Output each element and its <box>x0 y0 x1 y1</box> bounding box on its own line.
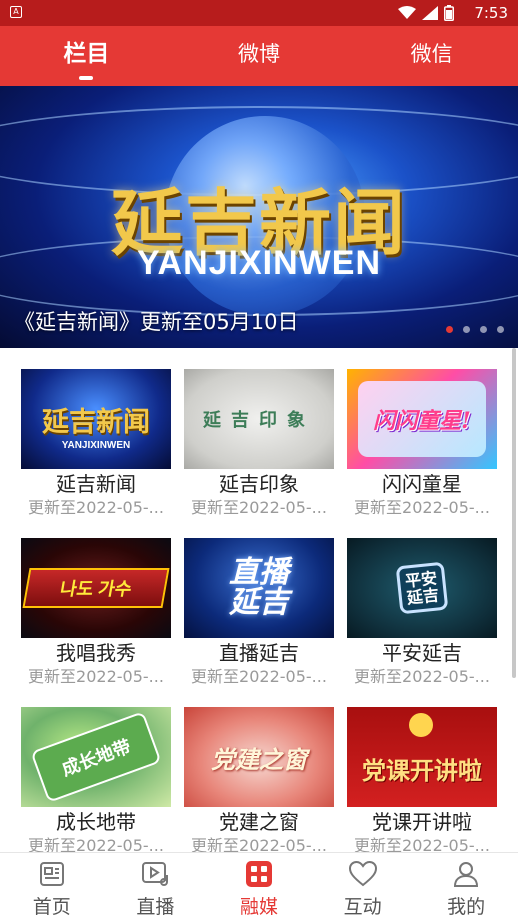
carousel-dot[interactable] <box>497 326 504 333</box>
user-icon <box>449 857 483 891</box>
nav-label: 首页 <box>32 896 71 918</box>
program-thumbnail: 直播延吉 <box>184 538 334 638</box>
thumbnail-text: 延吉印象 <box>203 410 315 431</box>
thumbnail-text: 党建之窗 <box>211 744 307 774</box>
thumbnail-text: 나도 가수 <box>58 579 134 599</box>
thumbnail-text: 直播延吉 <box>229 555 289 620</box>
thumbnail-frame: 闪闪童星! <box>358 381 486 457</box>
nav-label: 直播 <box>136 896 175 918</box>
thumbnail-text: 延吉新闻 <box>42 406 150 438</box>
heart-icon <box>346 857 380 891</box>
program-title: 我唱我秀 <box>56 641 136 665</box>
thumbnail-frame: 나도 가수 <box>22 568 170 608</box>
status-bar: A 7:53 <box>0 0 518 26</box>
thumbnail-text: 闪闪童星! <box>373 408 471 434</box>
thumbnail-text: 成长地带 <box>59 736 134 781</box>
tab-label: 微博 <box>238 42 280 66</box>
program-thumbnail: 延吉印象 <box>184 369 334 469</box>
program-card[interactable]: 成长地带 成长地带 更新至2022-05-... <box>21 707 171 852</box>
program-update-date: 更新至2022-05-... <box>354 667 490 686</box>
program-thumbnail: 나도 가수 <box>21 538 171 638</box>
program-list[interactable]: 延吉新闻 YANJIXINWEN 延吉新闻 更新至2022-05-... 延吉印… <box>0 348 518 852</box>
nav-label: 互动 <box>343 896 382 918</box>
news-icon <box>35 857 69 891</box>
carousel-dot[interactable] <box>463 326 470 333</box>
media-icon <box>242 857 276 891</box>
program-card[interactable]: 나도 가수 我唱我秀 更新至2022-05-... <box>21 538 171 707</box>
program-title: 延吉印象 <box>219 472 299 496</box>
tab-weibo[interactable]: 微博 <box>173 26 346 86</box>
program-grid: 延吉新闻 YANJIXINWEN 延吉新闻 更新至2022-05-... 延吉印… <box>21 369 497 852</box>
program-update-date: 更新至2022-05-... <box>354 498 490 517</box>
program-update-date: 更新至2022-05-... <box>28 836 164 852</box>
thumbnail-frame: 平安延吉 <box>395 561 449 615</box>
program-thumbnail: 成长地带 <box>21 707 171 807</box>
signal-icon <box>422 6 438 20</box>
program-title: 延吉新闻 <box>56 472 136 496</box>
program-thumbnail: 党课开讲啦 <box>347 707 497 807</box>
top-tab-bar: 栏目 微博 微信 <box>0 26 518 86</box>
program-update-date: 更新至2022-05-... <box>28 667 164 686</box>
nav-live[interactable]: 直播 <box>104 853 208 920</box>
program-update-date: 更新至2022-05-... <box>191 667 327 686</box>
thumbnail-text: 平安延吉 <box>404 568 440 608</box>
nav-mine[interactable]: 我的 <box>414 853 518 920</box>
program-update-date: 更新至2022-05-... <box>28 498 164 517</box>
nav-label: 融媒 <box>239 896 278 918</box>
nav-media[interactable]: 融媒 <box>207 853 311 920</box>
tab-label: 栏目 <box>63 41 110 67</box>
battery-icon <box>444 5 454 21</box>
program-thumbnail: 平安延吉 <box>347 538 497 638</box>
program-card[interactable]: 平安延吉 平安延吉 更新至2022-05-... <box>347 538 497 707</box>
tab-active-indicator <box>79 76 94 80</box>
program-card[interactable]: 闪闪童星! 闪闪童星 更新至2022-05-... <box>347 369 497 538</box>
bottom-nav: 首页 直播 融媒 互动 我的 <box>0 852 518 920</box>
thumbnail-text: 党课开讲啦 <box>362 755 482 785</box>
app-notification-icon: A <box>10 6 22 18</box>
program-card[interactable]: 直播延吉 直播延吉 更新至2022-05-... <box>184 538 334 707</box>
program-title: 闪闪童星 <box>382 472 462 496</box>
program-thumbnail: 延吉新闻 YANJIXINWEN <box>21 369 171 469</box>
program-thumbnail: 党建之窗 <box>184 707 334 807</box>
nav-label: 我的 <box>447 896 486 918</box>
thumbnail-subtext: YANJIXINWEN <box>61 440 131 451</box>
tab-wechat[interactable]: 微信 <box>345 26 518 86</box>
program-title: 成长地带 <box>56 810 136 834</box>
carousel-indicator <box>446 326 504 333</box>
carousel-dot[interactable] <box>446 326 453 333</box>
program-update-date: 更新至2022-05-... <box>191 836 327 852</box>
program-update-date: 更新至2022-05-... <box>354 836 490 852</box>
tab-label: 微信 <box>410 42 453 66</box>
program-card[interactable]: 党课开讲啦 党课开讲啦 更新至2022-05-... <box>347 707 497 852</box>
banner-carousel[interactable]: 延吉新闻 YANJIXINWEN 《延吉新闻》更新至05月10日 <box>0 86 518 348</box>
program-title: 直播延吉 <box>219 641 299 665</box>
program-thumbnail: 闪闪童星! <box>347 369 497 469</box>
thumbnail-frame: 成长地带 <box>30 711 162 803</box>
tab-column[interactable]: 栏目 <box>0 26 173 86</box>
program-card[interactable]: 延吉印象 延吉印象 更新至2022-05-... <box>184 369 334 538</box>
banner-caption: 《延吉新闻》更新至05月10日 <box>14 310 299 334</box>
banner-logo-subtitle: YANJIXINWEN <box>136 244 382 282</box>
scrollbar[interactable] <box>512 348 516 678</box>
wifi-icon <box>398 6 416 19</box>
status-icons <box>398 5 454 21</box>
program-card[interactable]: 党建之窗 党建之窗 更新至2022-05-... <box>184 707 334 852</box>
nav-interact[interactable]: 互动 <box>311 853 415 920</box>
program-card[interactable]: 延吉新闻 YANJIXINWEN 延吉新闻 更新至2022-05-... <box>21 369 171 538</box>
nav-home[interactable]: 首页 <box>0 853 104 920</box>
carousel-dot[interactable] <box>480 326 487 333</box>
program-update-date: 更新至2022-05-... <box>191 498 327 517</box>
live-icon <box>138 857 172 891</box>
program-title: 党建之窗 <box>219 810 299 834</box>
status-time: 7:53 <box>474 4 508 22</box>
program-title: 平安延吉 <box>382 641 462 665</box>
party-emblem-icon <box>409 713 433 737</box>
program-title: 党课开讲啦 <box>372 810 472 834</box>
